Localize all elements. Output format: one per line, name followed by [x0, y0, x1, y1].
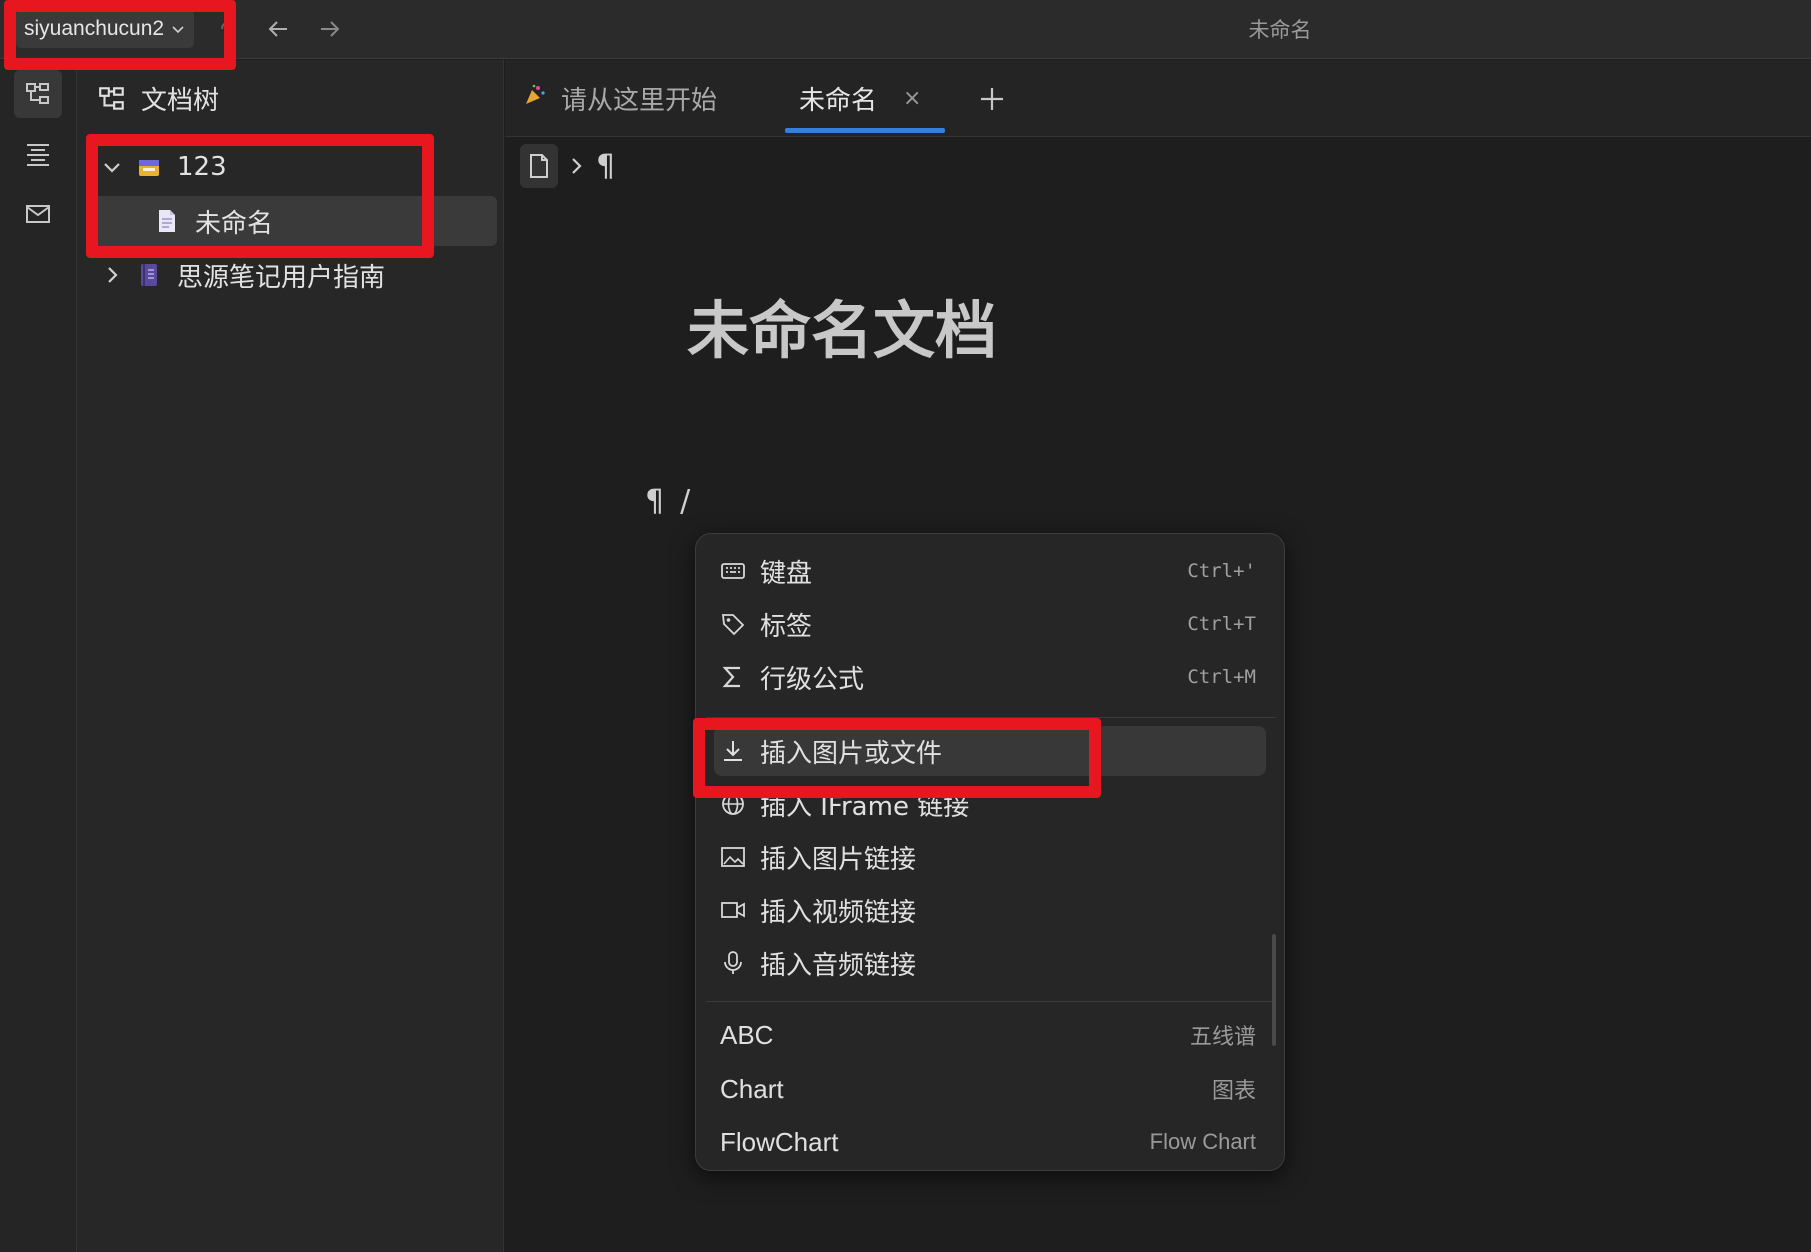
menu-scrollbar[interactable]: [1272, 934, 1276, 1046]
menu-item-inline-math[interactable]: 行级公式 Ctrl+M: [714, 652, 1266, 702]
sigma-icon: [718, 662, 748, 692]
menu-item-label: FlowChart: [720, 1126, 839, 1157]
active-tab-indicator: [785, 128, 945, 133]
tree-header: 文档树: [97, 80, 219, 117]
tree-title: 文档树: [141, 86, 220, 116]
menu-item-insert-audio-link[interactable]: 插入音频链接: [714, 938, 1266, 988]
breadcrumb-doc-button[interactable]: [520, 144, 558, 188]
outline-icon: [27, 144, 49, 166]
breadcrumb-paragraph[interactable]: ¶: [596, 149, 615, 184]
menu-shortcut: Ctrl+T: [1187, 613, 1256, 635]
menu-hint: 五线谱: [1189, 1025, 1256, 1050]
video-icon: [718, 895, 748, 925]
tree-item-label: 思源笔记用户指南: [177, 262, 386, 293]
tab-start-here[interactable]: 请从这里开始: [523, 60, 717, 137]
forward-arrow-icon[interactable]: [312, 12, 346, 46]
menu-item-label: 插入音频链接: [760, 950, 917, 981]
menu-shortcut: Ctrl+M: [1187, 666, 1256, 688]
menu-item-label: 行级公式: [760, 664, 865, 695]
menu-hint: Flow Chart: [1149, 1129, 1256, 1154]
paragraph-handle-icon[interactable]: ¶: [645, 484, 664, 519]
menu-item-label: Chart: [720, 1073, 784, 1104]
paragraph-block[interactable]: ¶ /: [645, 484, 690, 519]
tab-untitled[interactable]: 未命名 ×: [799, 60, 921, 137]
tag-icon: [718, 609, 748, 639]
menu-item-label: ABC: [720, 1019, 774, 1050]
keyboard-icon: [718, 556, 748, 586]
menu-item-label: 插入视频链接: [760, 897, 917, 928]
menu-item-chart[interactable]: Chart 图表: [714, 1064, 1266, 1114]
breadcrumb: ¶: [520, 144, 615, 188]
menu-item-keyboard[interactable]: 键盘 Ctrl+': [714, 546, 1266, 596]
menu-item-label: 标签: [760, 611, 813, 642]
window-title: 未命名: [1248, 18, 1312, 42]
outline-dock-button[interactable]: [14, 130, 62, 178]
tree-icon: [99, 86, 124, 110]
menu-item-flowchart[interactable]: FlowChart Flow Chart: [714, 1117, 1266, 1167]
menu-hint: 图表: [1211, 1079, 1256, 1104]
tab-label: 未命名: [799, 86, 878, 116]
menu-item-label: 插入图片链接: [760, 844, 917, 875]
plus-icon: [981, 88, 1003, 110]
back-arrow-icon[interactable]: [262, 12, 296, 46]
document-icon: [530, 154, 548, 178]
add-tab-button[interactable]: [975, 82, 1009, 116]
image-icon: [718, 842, 748, 872]
chevron-right-icon: [572, 158, 582, 174]
menu-shortcut: Ctrl+': [1187, 560, 1256, 582]
menu-item-insert-image-link[interactable]: 插入图片链接: [714, 832, 1266, 882]
left-dock: [0, 60, 77, 1252]
close-icon[interactable]: ×: [903, 86, 921, 111]
inbox-dock-button[interactable]: [14, 190, 62, 238]
menu-item-tag[interactable]: 标签 Ctrl+T: [714, 599, 1266, 649]
slash-command-menu: 键盘 Ctrl+' 标签 Ctrl+T 行级公式 Ctrl+M 插入图片或文件 …: [695, 533, 1285, 1171]
top-bar: siyuanchucun2 未命名: [0, 0, 1811, 59]
menu-item-abc[interactable]: ABC 五线谱: [714, 1010, 1266, 1060]
notebook-purple-icon: [135, 261, 163, 289]
tab-label: 请从这里开始: [561, 86, 718, 116]
menu-item-label: 键盘: [760, 558, 813, 589]
annotation-box-menu-item: [693, 718, 1101, 798]
mic-icon: [718, 948, 748, 978]
document-title[interactable]: 未命名文档: [687, 280, 997, 370]
chevron-right-icon[interactable]: [97, 260, 127, 290]
party-popper-icon: [523, 83, 547, 114]
tab-bar: 请从这里开始 未命名 ×: [505, 60, 1811, 137]
annotation-box-tree: [86, 134, 434, 258]
file-tree-dock-button[interactable]: [14, 70, 62, 118]
mail-icon: [26, 205, 50, 223]
typed-text: /: [680, 484, 691, 519]
menu-item-insert-video-link[interactable]: 插入视频链接: [714, 885, 1266, 935]
tree-icon: [26, 83, 49, 104]
menu-separator: [706, 1001, 1276, 1002]
annotation-box-workspace: [4, 0, 236, 70]
